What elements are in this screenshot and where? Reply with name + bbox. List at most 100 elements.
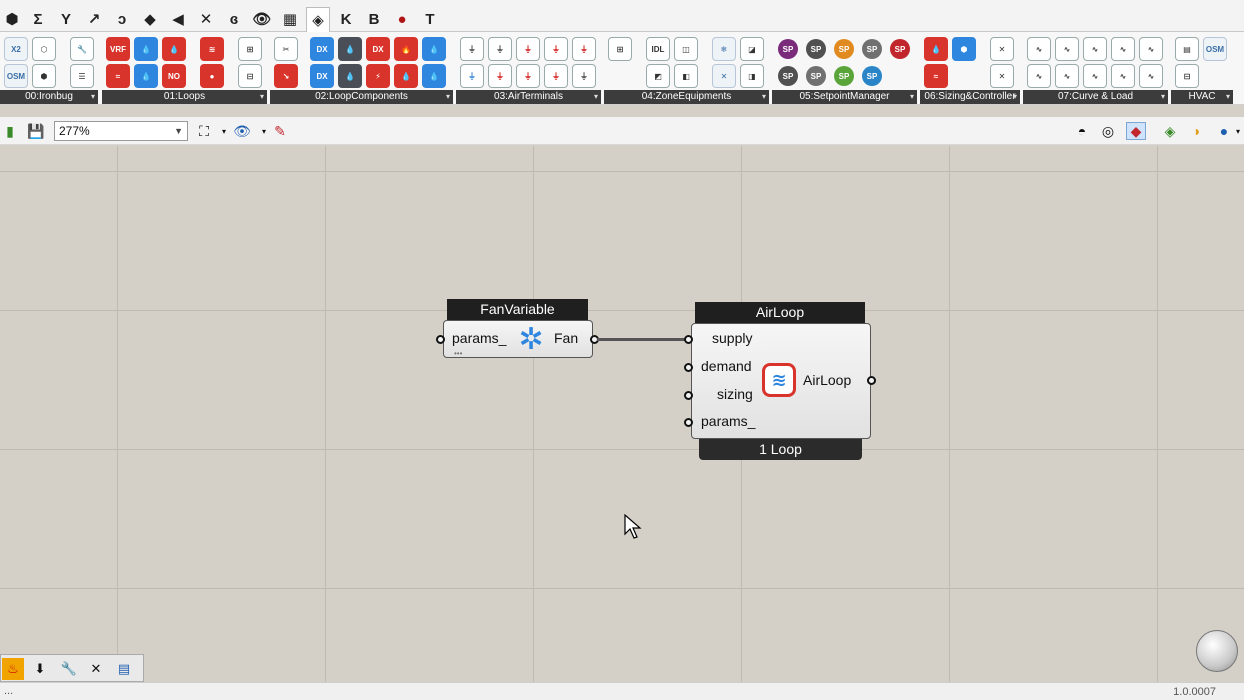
- tab-surface-icon[interactable]: ◆: [138, 8, 162, 30]
- water-loop-icon[interactable]: 💧: [134, 37, 158, 61]
- curve-exponent-icon[interactable]: ∿: [1055, 64, 1079, 88]
- tab-vector-icon[interactable]: ↗: [82, 8, 106, 30]
- bake-icon[interactable]: ◈: [1160, 122, 1180, 140]
- tab-transform-icon[interactable]: ɞ: [222, 8, 246, 30]
- preview-selected-icon[interactable]: ◆: [1126, 122, 1146, 140]
- ptac-icon[interactable]: ◧: [674, 64, 698, 88]
- ventilation-icon[interactable]: ◨: [740, 64, 764, 88]
- zoom-select[interactable]: 277% ▼: [54, 121, 188, 141]
- sp-coldest-icon[interactable]: SP: [862, 66, 882, 86]
- curve-cubic-icon[interactable]: ∿: [1055, 37, 1079, 61]
- preview-shaded-icon[interactable]: ◓: [1072, 122, 1092, 140]
- expand-icon[interactable]: ▾: [1161, 90, 1165, 104]
- sp-humidity-icon[interactable]: SP: [806, 66, 826, 86]
- xml-icon[interactable]: X2: [4, 37, 28, 61]
- electric-coil-icon[interactable]: ⚡: [366, 64, 390, 88]
- close-icon[interactable]: ✕: [85, 658, 107, 680]
- curve-fan-icon[interactable]: ∿: [1083, 37, 1107, 61]
- hvac-system-icon[interactable]: ▤: [1175, 37, 1199, 61]
- airloop-icon[interactable]: ≈: [106, 64, 130, 88]
- dx-cooling-icon[interactable]: DX: [310, 64, 334, 88]
- dx-heating-icon[interactable]: DX: [366, 37, 390, 61]
- cube-blue-icon[interactable]: ⬢: [32, 64, 56, 88]
- download-icon[interactable]: ⬇: [29, 658, 51, 680]
- no-loop-icon[interactable]: NO: [162, 64, 186, 88]
- tab-display-icon[interactable]: 👁: [250, 8, 274, 30]
- wrench-icon[interactable]: 🔧: [58, 658, 80, 680]
- four-pipe-fan-coil-icon[interactable]: ◩: [646, 64, 670, 88]
- document-icon[interactable]: ☰: [70, 64, 94, 88]
- loop-sizing-icon[interactable]: ●: [200, 64, 224, 88]
- expand-icon[interactable]: ▾: [1226, 90, 1230, 104]
- sphere-icon[interactable]: ●: [1214, 122, 1234, 140]
- tab-params-icon[interactable]: ⬢: [0, 8, 24, 30]
- zone-eq-icon[interactable]: ◫: [674, 37, 698, 61]
- tab-maths-icon[interactable]: Σ: [26, 8, 50, 30]
- hvac-tree-icon[interactable]: ⊟: [1175, 64, 1199, 88]
- preview-wire-icon[interactable]: ◎: [1098, 122, 1118, 140]
- pump-icon[interactable]: ✂: [274, 37, 298, 61]
- curve-sigmoid-icon[interactable]: ∿: [1139, 37, 1163, 61]
- curve-linear-icon[interactable]: ∿: [1083, 64, 1107, 88]
- sp-outdoor-reset-icon[interactable]: SP: [834, 39, 854, 59]
- osm-export-icon[interactable]: OSM: [1203, 37, 1227, 61]
- controller-mech-vent-icon[interactable]: ✕: [990, 64, 1014, 88]
- chevron-down-icon[interactable]: ▾: [214, 122, 234, 140]
- hvac-unit-icon[interactable]: ▤: [113, 658, 135, 680]
- connection-wire[interactable]: [597, 338, 689, 341]
- branch-list-icon[interactable]: ⊟: [238, 64, 262, 88]
- tab-sets-icon[interactable]: Y: [54, 8, 78, 30]
- loop-branches-icon[interactable]: ⊞: [238, 37, 262, 61]
- fan-variable-title[interactable]: FanVariable: [447, 299, 588, 320]
- terminal-uncontrolled-icon[interactable]: ⏚: [460, 37, 484, 61]
- zoom-extents-icon[interactable]: ⛶: [194, 122, 214, 140]
- airloop-sizing-port[interactable]: [684, 391, 693, 400]
- expand-icon[interactable]: ▾: [762, 90, 766, 104]
- hot-water-loop-icon[interactable]: 💧: [162, 37, 186, 61]
- terminal-reheat-icon[interactable]: ⏚: [516, 37, 540, 61]
- unit-heater-icon[interactable]: ✕: [712, 64, 736, 88]
- preview-eye-icon[interactable]: 👁: [232, 122, 252, 140]
- chevron-down-icon[interactable]: ▾: [1232, 122, 1244, 140]
- vrf-loop-icon[interactable]: VRF: [106, 37, 130, 61]
- tab-kangaroo-icon[interactable]: K: [334, 8, 358, 30]
- sp-follow-oa-icon[interactable]: SP: [778, 66, 798, 86]
- water-coil-icon[interactable]: 💧: [338, 37, 362, 61]
- expand-icon[interactable]: ▾: [446, 90, 450, 104]
- cube-icon[interactable]: ⬡: [32, 37, 56, 61]
- terminal-vav-icon[interactable]: ⏚: [488, 37, 512, 61]
- expand-icon[interactable]: ▾: [91, 90, 95, 104]
- tab-intersect-icon[interactable]: ✕: [194, 8, 218, 30]
- drop-coil-icon[interactable]: 💧: [422, 37, 446, 61]
- sp-single-zone-icon[interactable]: SP: [862, 39, 882, 59]
- zone-group-icon[interactable]: ⊞: [608, 37, 632, 61]
- color-preview-icon[interactable]: ◑: [1186, 122, 1206, 140]
- fire-coil-icon[interactable]: 🔥: [394, 37, 418, 61]
- expand-icon[interactable]: ▾: [910, 90, 914, 104]
- sketch-pen-icon[interactable]: ✎: [270, 122, 290, 140]
- curve-biq-icon[interactable]: ∿: [1027, 64, 1051, 88]
- baseboard-icon[interactable]: ❄: [712, 37, 736, 61]
- save-icon[interactable]: 💾: [26, 122, 46, 140]
- terminal-series-icon[interactable]: ⏚: [544, 64, 568, 88]
- heat-map-icon[interactable]: ♨: [2, 658, 24, 680]
- terminal-parallel-icon[interactable]: ⏚: [516, 64, 540, 88]
- airloop-demand-port[interactable]: [684, 363, 693, 372]
- curve-quadlinear-icon[interactable]: ∿: [1139, 64, 1163, 88]
- sp-warmest-icon[interactable]: SP: [890, 39, 910, 59]
- idf-zone-icon[interactable]: IDL: [646, 37, 670, 61]
- radiant-icon[interactable]: ◪: [740, 37, 764, 61]
- tab-ironbug-icon[interactable]: ◈: [306, 7, 330, 32]
- airloop-supply-port[interactable]: [684, 335, 693, 344]
- expand-icon[interactable]: ▾: [1013, 90, 1017, 104]
- terminal-chilled-beam-icon[interactable]: ⏚: [572, 37, 596, 61]
- sp-follow-ground-icon[interactable]: SP: [834, 66, 854, 86]
- fan-params-input-port[interactable]: [436, 335, 445, 344]
- sizing-plant-icon[interactable]: 💧: [924, 37, 948, 61]
- sp-scheduled-icon[interactable]: SP: [778, 39, 798, 59]
- grasshopper-canvas[interactable]: [0, 146, 1244, 682]
- sizing-zone-icon[interactable]: ⬢: [952, 37, 976, 61]
- expand-icon[interactable]: ▾: [594, 90, 598, 104]
- dx-coil-icon[interactable]: DX: [310, 37, 334, 61]
- air-loop-branches-icon[interactable]: ≋: [200, 37, 224, 61]
